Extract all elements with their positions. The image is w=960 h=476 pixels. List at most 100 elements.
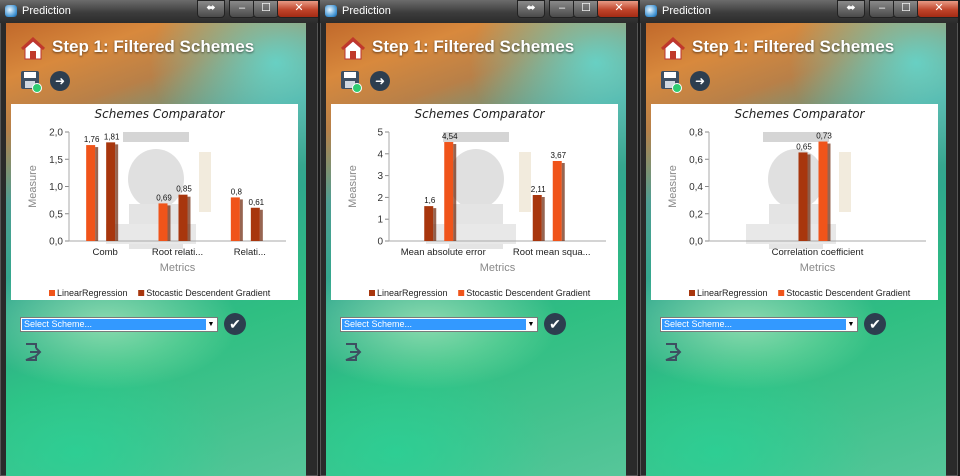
minimize-button[interactable]: – bbox=[869, 0, 895, 18]
y-axis-title: Measure bbox=[667, 165, 679, 208]
data-label: 1,6 bbox=[424, 196, 436, 205]
legend-swatch bbox=[49, 290, 55, 296]
bar-shadow bbox=[167, 205, 171, 241]
chevron-down-icon[interactable]: ▼ bbox=[847, 321, 855, 329]
window-content: Step 1: Filtered Schemes ➜ Schemes Compa… bbox=[326, 23, 626, 476]
title-bar[interactable]: Prediction ⬌ – ☐ ✕ bbox=[320, 0, 638, 23]
y-tick-label: 0,5 bbox=[49, 209, 63, 220]
y-tick-label: 5 bbox=[377, 128, 383, 139]
y-tick-label: 0,8 bbox=[689, 128, 703, 139]
maximize-button[interactable]: ☐ bbox=[253, 0, 279, 18]
prediction-window-1: Prediction ⬌ – ☐ ✕ Step 1: Filtered Sche… bbox=[0, 0, 318, 476]
app-icon bbox=[325, 5, 337, 17]
home-icon[interactable] bbox=[20, 37, 46, 61]
chevron-down-icon[interactable]: ▼ bbox=[207, 321, 215, 329]
next-button[interactable]: ➜ bbox=[50, 71, 70, 91]
bar bbox=[106, 142, 116, 241]
y-tick-label: 3 bbox=[377, 171, 383, 182]
app-icon bbox=[645, 5, 657, 17]
scheme-select-value: Select Scheme... bbox=[662, 319, 846, 330]
legend-swatch bbox=[369, 290, 375, 296]
x-tick-label: Root relati... bbox=[152, 247, 203, 258]
y-tick-label: 0,0 bbox=[49, 237, 63, 248]
exit-icon[interactable] bbox=[24, 343, 42, 361]
bar-shadow bbox=[95, 147, 99, 241]
x-tick-label: Correlation coefficient bbox=[772, 247, 864, 258]
bar-shadow bbox=[561, 162, 565, 241]
y-tick-label: 1,5 bbox=[49, 155, 63, 166]
legend-swatch bbox=[138, 290, 145, 296]
swap-button[interactable]: ⬌ bbox=[197, 0, 225, 18]
save-icon[interactable] bbox=[339, 69, 363, 93]
confirm-button[interactable]: ✔ bbox=[544, 313, 566, 335]
home-icon[interactable] bbox=[340, 37, 366, 61]
y-tick-label: 1,0 bbox=[49, 182, 63, 193]
maximize-button[interactable]: ☐ bbox=[573, 0, 599, 18]
chart-panel: Schemes Comparator 0 1 2 3 4 5 Measure 1,6 4,54 Me… bbox=[331, 104, 618, 300]
schemes-comparator-chart: Schemes Comparator 0,0 0,5 1,0 1,5 2,0 Measure… bbox=[27, 107, 286, 298]
schemes-comparator-chart: Schemes Comparator 0,0 0,2 0,4 0,6 0,8 Measure… bbox=[667, 107, 926, 298]
scheme-select[interactable]: Select Scheme... ▼ bbox=[660, 317, 858, 332]
scheme-select-value: Select Scheme... bbox=[342, 319, 526, 330]
bar-shadow bbox=[807, 154, 811, 241]
home-icon[interactable] bbox=[660, 37, 686, 61]
exit-icon[interactable] bbox=[344, 343, 362, 361]
x-axis-title: Metrics bbox=[800, 262, 836, 274]
prediction-window-3: Prediction ⬌ – ☐ ✕ Step 1: Filtered Sche… bbox=[640, 0, 958, 476]
bar-shadow bbox=[541, 197, 545, 241]
save-icon[interactable] bbox=[659, 69, 683, 93]
swap-button[interactable]: ⬌ bbox=[837, 0, 865, 18]
x-tick-label: Mean absolute error bbox=[401, 247, 486, 258]
data-label: 0,73 bbox=[816, 132, 832, 141]
y-tick-label: 2,0 bbox=[49, 128, 63, 139]
close-button[interactable]: ✕ bbox=[917, 0, 958, 18]
data-label: 0,61 bbox=[249, 198, 265, 207]
x-tick-label: Comb bbox=[92, 247, 117, 258]
y-tick-label: 0,0 bbox=[689, 237, 703, 248]
chart-title: Schemes Comparator bbox=[415, 107, 546, 121]
y-tick-label: 4 bbox=[377, 149, 383, 160]
title-bar[interactable]: Prediction ⬌ – ☐ ✕ bbox=[640, 0, 958, 23]
bar-shadow bbox=[827, 143, 831, 241]
title-bar[interactable]: Prediction ⬌ – ☐ ✕ bbox=[0, 0, 318, 23]
bar-shadow bbox=[453, 144, 457, 241]
minimize-button[interactable]: – bbox=[549, 0, 575, 18]
swap-button[interactable]: ⬌ bbox=[517, 0, 545, 18]
window-title: Prediction bbox=[22, 5, 71, 17]
next-button[interactable]: ➜ bbox=[690, 71, 710, 91]
minimize-button[interactable]: – bbox=[229, 0, 255, 18]
data-label: 4,54 bbox=[442, 132, 458, 141]
bar-shadow bbox=[115, 144, 119, 241]
chart-title: Schemes Comparator bbox=[735, 107, 866, 121]
y-axis-title: Measure bbox=[27, 165, 39, 208]
save-icon[interactable] bbox=[19, 69, 43, 93]
bar bbox=[158, 203, 168, 241]
chart-panel: Schemes Comparator 0,0 0,2 0,4 0,6 0,8 Measure… bbox=[651, 104, 938, 300]
bar bbox=[178, 194, 188, 241]
next-button[interactable]: ➜ bbox=[370, 71, 390, 91]
chevron-down-icon[interactable]: ▼ bbox=[527, 321, 535, 329]
legend-label: LinearRegression bbox=[57, 288, 128, 298]
confirm-button[interactable]: ✔ bbox=[224, 313, 246, 335]
close-button[interactable]: ✕ bbox=[277, 0, 318, 18]
y-tick-label: 0,2 bbox=[689, 209, 703, 220]
window-title: Prediction bbox=[662, 5, 711, 17]
data-label: 2,11 bbox=[531, 185, 547, 194]
confirm-button[interactable]: ✔ bbox=[864, 313, 886, 335]
mascot-watermark bbox=[426, 132, 531, 249]
exit-icon[interactable] bbox=[664, 343, 682, 361]
scheme-select[interactable]: Select Scheme... ▼ bbox=[20, 317, 218, 332]
legend-label: Stocastic Descendent Gradient bbox=[146, 288, 271, 298]
bar bbox=[444, 142, 454, 241]
data-label: 1,76 bbox=[84, 135, 100, 144]
maximize-button[interactable]: ☐ bbox=[893, 0, 919, 18]
x-axis-title: Metrics bbox=[160, 262, 196, 274]
window-content: Step 1: Filtered Schemes ➜ Schemes Compa… bbox=[646, 23, 946, 476]
y-tick-label: 0,6 bbox=[689, 155, 703, 166]
close-button[interactable]: ✕ bbox=[597, 0, 638, 18]
bar bbox=[798, 152, 808, 241]
legend-swatch bbox=[778, 290, 785, 296]
y-tick-label: 0 bbox=[377, 237, 383, 248]
scheme-select[interactable]: Select Scheme... ▼ bbox=[340, 317, 538, 332]
bar-shadow bbox=[433, 208, 437, 241]
